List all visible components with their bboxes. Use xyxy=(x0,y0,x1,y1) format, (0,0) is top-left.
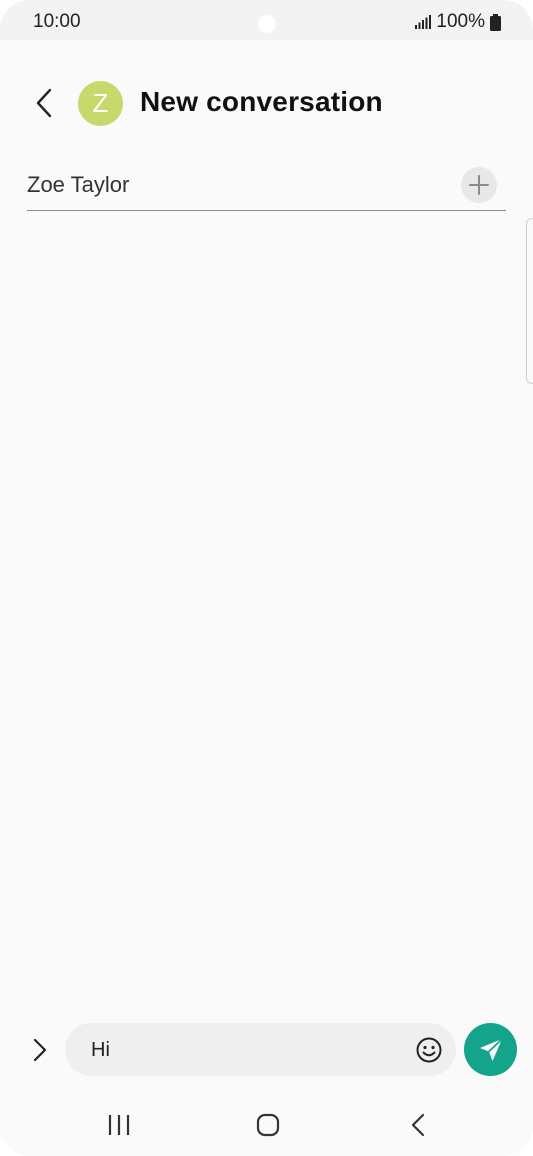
expand-options-button[interactable] xyxy=(26,1032,54,1068)
avatar[interactable]: Z xyxy=(78,81,123,126)
signal-icon xyxy=(415,15,432,29)
add-recipient-button[interactable] xyxy=(461,167,497,203)
app-header: Z New conversation xyxy=(0,70,533,136)
camera-cutout xyxy=(258,15,276,33)
recipient-field[interactable]: Zoe Taylor xyxy=(27,158,506,211)
back-icon xyxy=(411,1113,425,1137)
recent-apps-button[interactable] xyxy=(97,1110,141,1140)
navigation-bar xyxy=(0,1100,533,1150)
send-icon xyxy=(479,1037,503,1061)
home-icon xyxy=(256,1113,280,1137)
scroll-handle[interactable] xyxy=(526,218,533,384)
message-input-container[interactable] xyxy=(65,1023,456,1076)
phone-screen: 10:00 100% Z New conversation Zoe Taylor… xyxy=(0,0,533,1156)
status-time: 10:00 xyxy=(33,11,81,32)
chevron-right-icon xyxy=(33,1038,47,1062)
message-input[interactable] xyxy=(91,1037,401,1063)
back-arrow-icon xyxy=(36,88,52,118)
recent-apps-icon xyxy=(108,1115,130,1135)
system-back-button[interactable] xyxy=(396,1110,440,1140)
send-button[interactable] xyxy=(464,1023,517,1076)
emoji-button[interactable] xyxy=(415,1036,443,1064)
status-bar: 10:00 100% xyxy=(0,0,533,40)
page-title: New conversation xyxy=(140,86,383,117)
recipient-name[interactable]: Zoe Taylor xyxy=(27,172,129,198)
back-button[interactable] xyxy=(26,84,62,122)
battery-icon xyxy=(490,13,501,31)
avatar-letter: Z xyxy=(92,88,109,118)
battery-percentage: 100% xyxy=(436,11,485,32)
plus-icon xyxy=(469,175,489,195)
emoji-icon xyxy=(416,1037,442,1063)
home-button[interactable] xyxy=(246,1110,290,1140)
status-indicators: 100% xyxy=(415,11,501,33)
